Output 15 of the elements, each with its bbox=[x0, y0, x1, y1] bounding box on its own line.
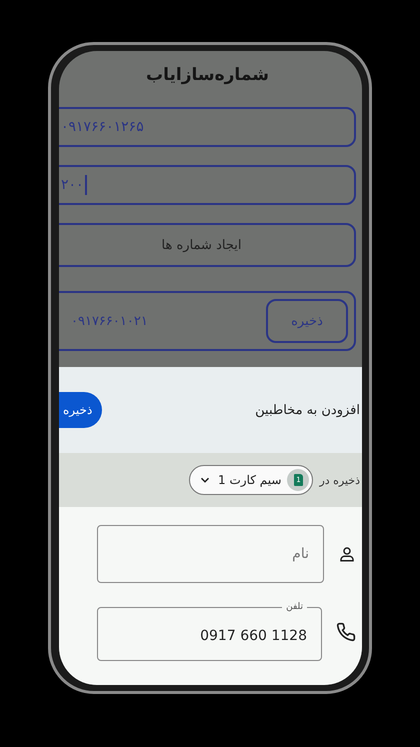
generated-number: ۰۹۱۷۶۶۰۱۰۲۱ bbox=[71, 314, 148, 328]
generate-button[interactable]: ایجاد شماره ها bbox=[59, 223, 356, 267]
app-title: شماره‌سازایاب bbox=[145, 64, 270, 87]
save-in-label: ذخیره در bbox=[319, 474, 360, 486]
name-field[interactable]: نام bbox=[97, 525, 324, 583]
number-field[interactable]: ۰۹۱۷۶۶۰۱۲۶۵ bbox=[59, 107, 356, 147]
field-value: ۲۰۰ bbox=[61, 177, 84, 193]
field-label: تلفن bbox=[285, 603, 304, 612]
save-button[interactable]: ذخیره bbox=[266, 299, 348, 343]
person-icon bbox=[338, 545, 356, 563]
sheet-title: افزودن به مخاطبین bbox=[255, 402, 360, 418]
field-value: ۰۹۱۷۶۶۰۱۲۶۵ bbox=[61, 119, 144, 135]
phone-icon bbox=[336, 622, 356, 642]
number-field[interactable]: ۲۰۰ bbox=[59, 165, 356, 205]
save-button[interactable]: ذخیره bbox=[59, 392, 102, 428]
